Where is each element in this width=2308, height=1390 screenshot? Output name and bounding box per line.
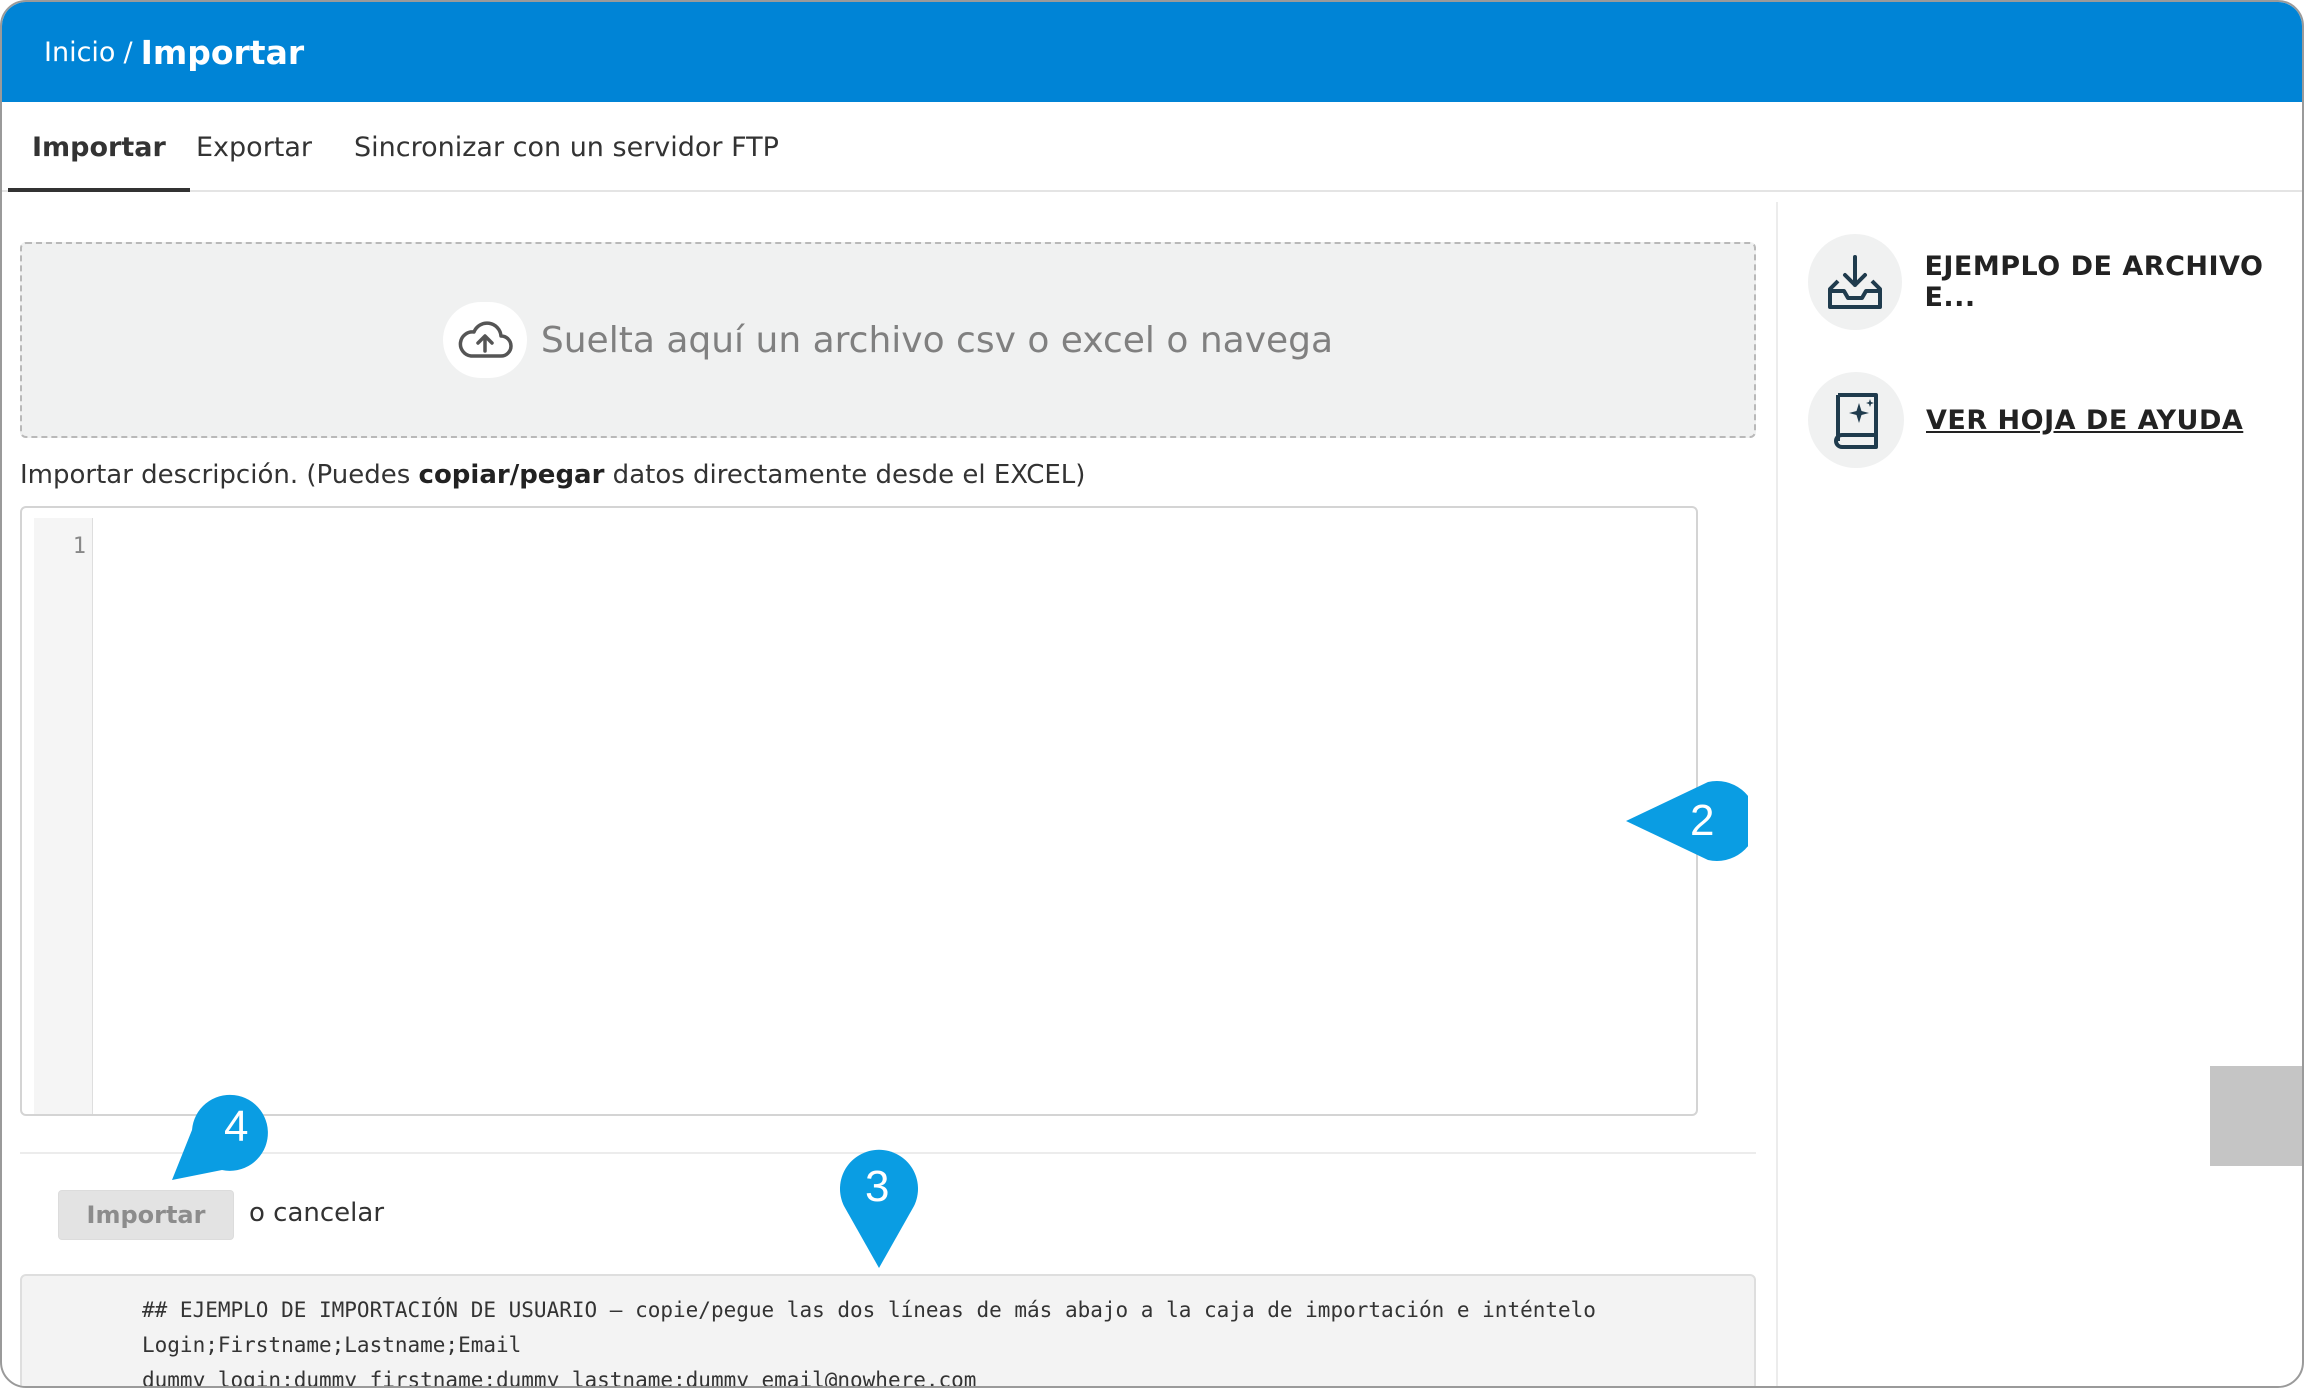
description-bold: copiar/pegar xyxy=(418,460,605,490)
annotation-number: 2 xyxy=(1690,796,1715,845)
code-line: dummy_login;dummy_firstname;dummy_lastna… xyxy=(142,1368,977,1388)
tray-download-icon xyxy=(1808,234,1903,330)
code-line: Login;Firstname;Lastname;Email xyxy=(142,1333,522,1357)
description-suffix: datos directamente desde el EXCEL) xyxy=(604,460,1086,490)
dropzone-text: Suelta aquí un archivo csv o excel o nav… xyxy=(540,319,1334,361)
tab-importar[interactable]: Importar xyxy=(8,104,190,192)
sidebar-item-help-sheet[interactable]: VER HOJA DE AYUDA xyxy=(1808,372,2243,468)
annotation-marker-2: 2 xyxy=(1626,780,1757,862)
import-textarea[interactable]: 1 xyxy=(20,506,1698,1116)
tab-sincronizar-ftp[interactable]: Sincronizar con un servidor FTP xyxy=(354,104,779,192)
tab-exportar[interactable]: Exportar xyxy=(196,104,312,192)
page-title: Importar xyxy=(140,32,305,72)
import-description-label: Importar descripción. (Puedes copiar/peg… xyxy=(20,460,1085,490)
tab-bar: Importar Exportar Sincronizar con un ser… xyxy=(2,104,2302,192)
annotation-number: 4 xyxy=(224,1102,249,1151)
breadcrumb-home[interactable]: Inicio xyxy=(44,37,115,68)
sidebar-item-label: EJEMPLO DE ARCHIVO E... xyxy=(1924,251,2264,313)
annotation-number: 3 xyxy=(865,1162,890,1211)
example-code-block: ## EJEMPLO DE IMPORTACIÓN DE USUARIO – c… xyxy=(20,1274,1756,1388)
sidebar-item-label: VER HOJA DE AYUDA xyxy=(1926,404,2244,436)
annotation-marker-3: 3 xyxy=(840,1148,918,1268)
code-line: ## EJEMPLO DE IMPORTACIÓN DE USUARIO – c… xyxy=(142,1298,1596,1322)
sidebar-item-example-file[interactable]: EJEMPLO DE ARCHIVO E... xyxy=(1808,234,2302,330)
help-book-icon xyxy=(1808,372,1904,468)
annotation-marker-4: 4 xyxy=(172,1090,280,1180)
description-prefix: Importar descripción. (Puedes xyxy=(20,460,419,490)
cloud-upload-icon xyxy=(442,302,527,378)
line-gutter: 1 xyxy=(34,518,93,1114)
import-button[interactable]: Importar xyxy=(58,1190,234,1240)
cancel-link[interactable]: o cancelar xyxy=(249,1198,384,1228)
scroll-handle[interactable] xyxy=(2210,1066,2302,1166)
sidebar: EJEMPLO DE ARCHIVO E... VER HOJA DE AYUD… xyxy=(1776,202,2302,1386)
breadcrumb-separator: / xyxy=(123,36,133,68)
app-window: Inicio / Importar Importar Exportar Sinc… xyxy=(0,0,2304,1388)
header-bar: Inicio / Importar xyxy=(2,2,2302,102)
line-number: 1 xyxy=(72,534,86,559)
file-dropzone[interactable]: Suelta aquí un archivo csv o excel o nav… xyxy=(20,242,1756,438)
